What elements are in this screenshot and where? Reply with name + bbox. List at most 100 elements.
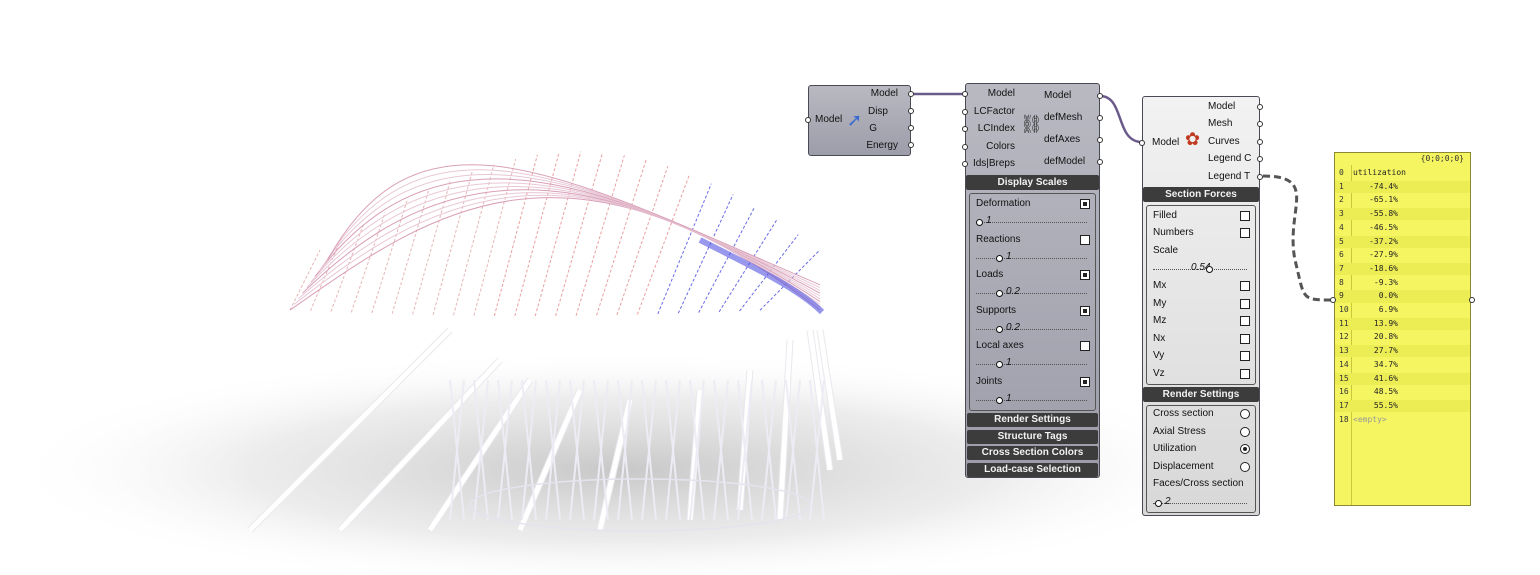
force-option-checkbox[interactable] xyxy=(1240,281,1250,291)
display-option-checkbox[interactable] xyxy=(1080,199,1090,209)
display-option-checkbox[interactable] xyxy=(1080,270,1090,281)
output-grip[interactable] xyxy=(908,125,914,131)
panel-row-index: 8 xyxy=(1339,277,1344,287)
render-option-radio[interactable] xyxy=(1240,409,1250,419)
input-grip[interactable] xyxy=(962,144,968,150)
panel-row-value: 0.0% xyxy=(1378,291,1398,301)
force-option-checkbox[interactable] xyxy=(1240,333,1250,344)
panel-row-index: 0 xyxy=(1339,168,1344,177)
render-option-label: Axial Stress xyxy=(1153,425,1206,437)
force-option-checkbox[interactable] xyxy=(1240,298,1250,309)
structure-viewport xyxy=(0,92,1335,575)
input-grip[interactable] xyxy=(962,126,968,132)
output-grip[interactable] xyxy=(1257,104,1263,110)
input-grip[interactable] xyxy=(1139,140,1145,146)
structure-tags-button[interactable]: Structure Tags xyxy=(967,430,1098,444)
input-grip[interactable] xyxy=(962,91,968,97)
output-defmesh-label: defMesh xyxy=(1044,112,1083,123)
output-grip[interactable] xyxy=(1257,121,1263,127)
beamview-icon: ✿ xyxy=(1185,129,1201,149)
display-option-checkbox[interactable] xyxy=(1080,305,1090,316)
filled-checkbox[interactable] xyxy=(1240,211,1250,221)
display-option-slider-knob[interactable] xyxy=(996,397,1003,404)
beamview-component[interactable]: Model ✿ Model Mesh Curves Legend C Legen… xyxy=(1139,96,1263,516)
input-model-label: Model xyxy=(987,88,1015,99)
display-option-checkbox[interactable] xyxy=(1080,234,1090,245)
output-grip[interactable] xyxy=(1097,137,1103,143)
display-option-slider-knob[interactable] xyxy=(996,254,1003,262)
modelview-component[interactable]: Model LCFactor LCIndex Colors Ids|Breps … xyxy=(962,83,1103,478)
display-option-label: Loads xyxy=(976,269,1004,281)
output-grip[interactable] xyxy=(908,91,914,97)
display-option-slider-knob[interactable] xyxy=(996,361,1003,369)
display-scales-header[interactable]: Display Scales xyxy=(966,175,1099,190)
output-grip[interactable] xyxy=(1257,174,1263,180)
output-grip[interactable] xyxy=(1257,139,1263,145)
force-option-label: Vz xyxy=(1153,368,1165,379)
panel-row-value: -55.8% xyxy=(1369,209,1398,219)
input-grip[interactable] xyxy=(962,109,968,115)
output-defaxes-label: defAxes xyxy=(1044,134,1081,145)
display-option-checkbox[interactable] xyxy=(1080,377,1090,387)
numbers-checkbox[interactable] xyxy=(1240,228,1250,238)
panel-row: 6 -27.9% xyxy=(1335,249,1470,261)
force-option-label: Mx xyxy=(1153,280,1167,291)
cross-section-colors-button[interactable]: Cross Section Colors xyxy=(967,446,1098,460)
force-option-checkbox[interactable] xyxy=(1240,351,1250,362)
render-option-radio[interactable] xyxy=(1240,426,1250,437)
input-colors-label: Colors xyxy=(986,141,1015,152)
output-grip[interactable] xyxy=(1097,115,1103,121)
panel-row-index: 1 xyxy=(1339,181,1344,191)
force-option-label: My xyxy=(1153,297,1167,309)
render-settings-header[interactable]: Render Settings xyxy=(1143,387,1259,402)
faces-slider-knob[interactable] xyxy=(1155,500,1162,507)
display-option-slider-track[interactable] xyxy=(976,222,1087,223)
display-option-checkbox[interactable] xyxy=(1080,341,1090,352)
input-grip[interactable] xyxy=(805,117,811,123)
display-scales-panel: Deformation 1 Reactions 1 Loads 0.2 Supports 0.… xyxy=(969,193,1096,411)
output-grip[interactable] xyxy=(908,142,914,148)
panel-row-value: <empty> xyxy=(1353,414,1387,424)
legend-text-panel[interactable]: {0;0;0;0} 0 utilization 1 -74.4% 2 -65.1% 3 -55… xyxy=(1330,152,1475,506)
display-option-slider-knob[interactable] xyxy=(996,325,1003,333)
display-option-label: Local axes xyxy=(976,340,1024,352)
load-case-selection-button[interactable]: Load-case Selection xyxy=(967,463,1098,477)
input-grip[interactable] xyxy=(962,161,968,167)
display-option-slider-knob[interactable] xyxy=(996,290,1003,298)
output-grip[interactable] xyxy=(1097,93,1103,99)
output-defmodel-label: defModel xyxy=(1044,156,1086,167)
section-forces-header[interactable]: Section Forces xyxy=(1143,187,1259,202)
input-grip[interactable] xyxy=(1330,297,1336,303)
render-settings-panel: Cross section Axial Stress Utilization Disp… xyxy=(1146,405,1256,513)
structure-member xyxy=(575,155,625,316)
output-grip[interactable] xyxy=(908,108,914,114)
render-option-radio[interactable] xyxy=(1240,461,1250,472)
panel-row: 0 utilization xyxy=(1335,167,1470,179)
force-option-checkbox[interactable] xyxy=(1240,369,1250,379)
structure-member xyxy=(306,185,821,300)
display-option-value: 1 xyxy=(1006,357,1012,369)
output-grip[interactable] xyxy=(1469,297,1475,303)
panel-row-value: 27.7% xyxy=(1373,346,1398,356)
panel-row-index: 7 xyxy=(1339,263,1344,273)
render-option-radio[interactable] xyxy=(1240,444,1250,454)
structure-member xyxy=(534,151,582,317)
render-settings-button[interactable]: Render Settings xyxy=(967,413,1098,427)
panel-row-index: 14 xyxy=(1339,359,1349,369)
display-option-slider-track[interactable] xyxy=(976,257,1087,259)
scale-slider-knob[interactable] xyxy=(1206,266,1213,273)
display-option-slider-track[interactable] xyxy=(976,293,1087,295)
panel-row: 18 <empty> xyxy=(1335,414,1470,426)
output-grip[interactable] xyxy=(1257,156,1263,162)
structure-member xyxy=(432,171,473,315)
display-option-slider-track[interactable] xyxy=(976,364,1087,366)
force-option-label: Mz xyxy=(1153,315,1167,327)
display-option-slider-knob[interactable] xyxy=(976,219,983,226)
force-option-checkbox[interactable] xyxy=(1240,316,1250,327)
input-lcindex-label: LCIndex xyxy=(977,123,1015,134)
display-option-slider-track[interactable] xyxy=(976,400,1087,401)
display-option-slider-track[interactable] xyxy=(976,328,1087,330)
structure-member xyxy=(309,236,343,312)
output-grip[interactable] xyxy=(1097,159,1103,165)
model-component[interactable]: Model ➚ Model Disp G Energy xyxy=(805,85,914,156)
